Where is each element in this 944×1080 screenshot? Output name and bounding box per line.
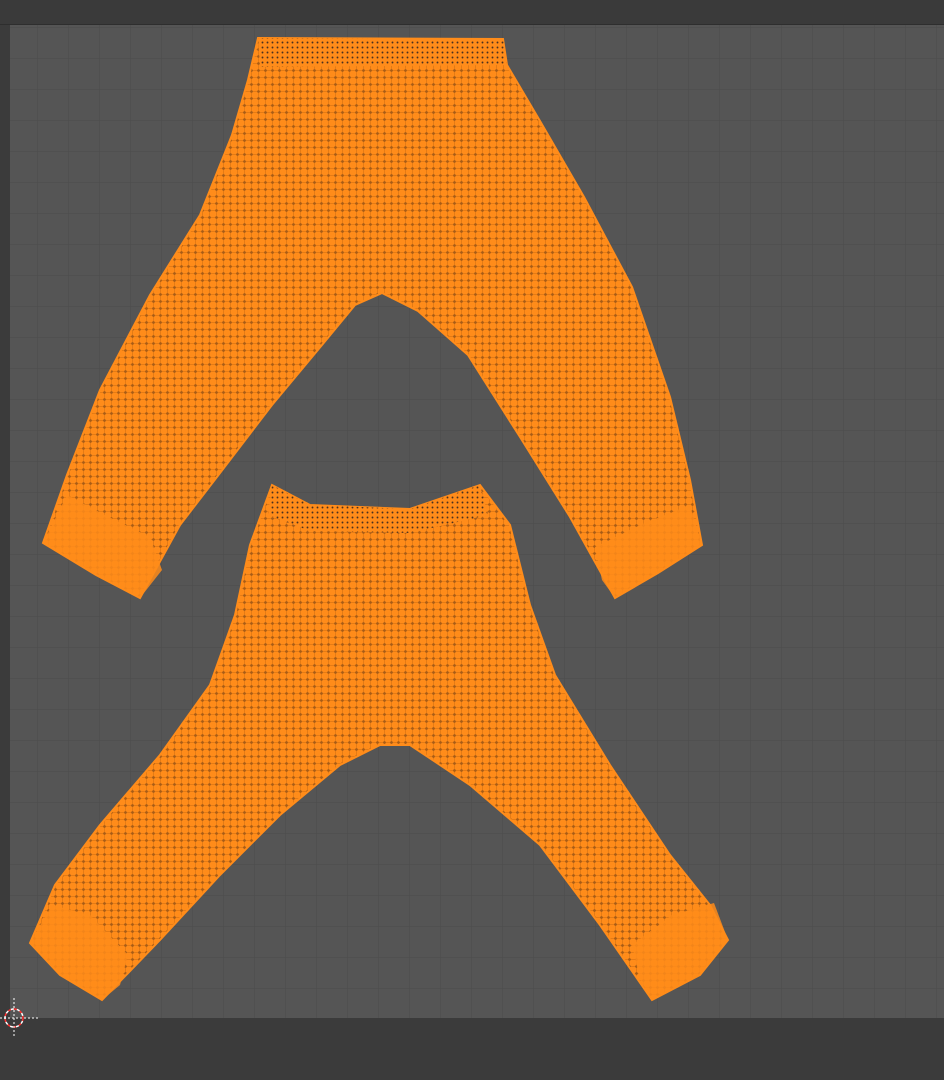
pants-back-waistband: [258, 38, 507, 67]
editor-header: [0, 0, 944, 25]
2d-cursor-icon[interactable]: [0, 996, 40, 1040]
uv-editor-window: [0, 0, 944, 1080]
viewport-left-border: [0, 25, 10, 1018]
editor-footer: [0, 1018, 944, 1080]
uv-viewport[interactable]: [10, 25, 944, 1018]
